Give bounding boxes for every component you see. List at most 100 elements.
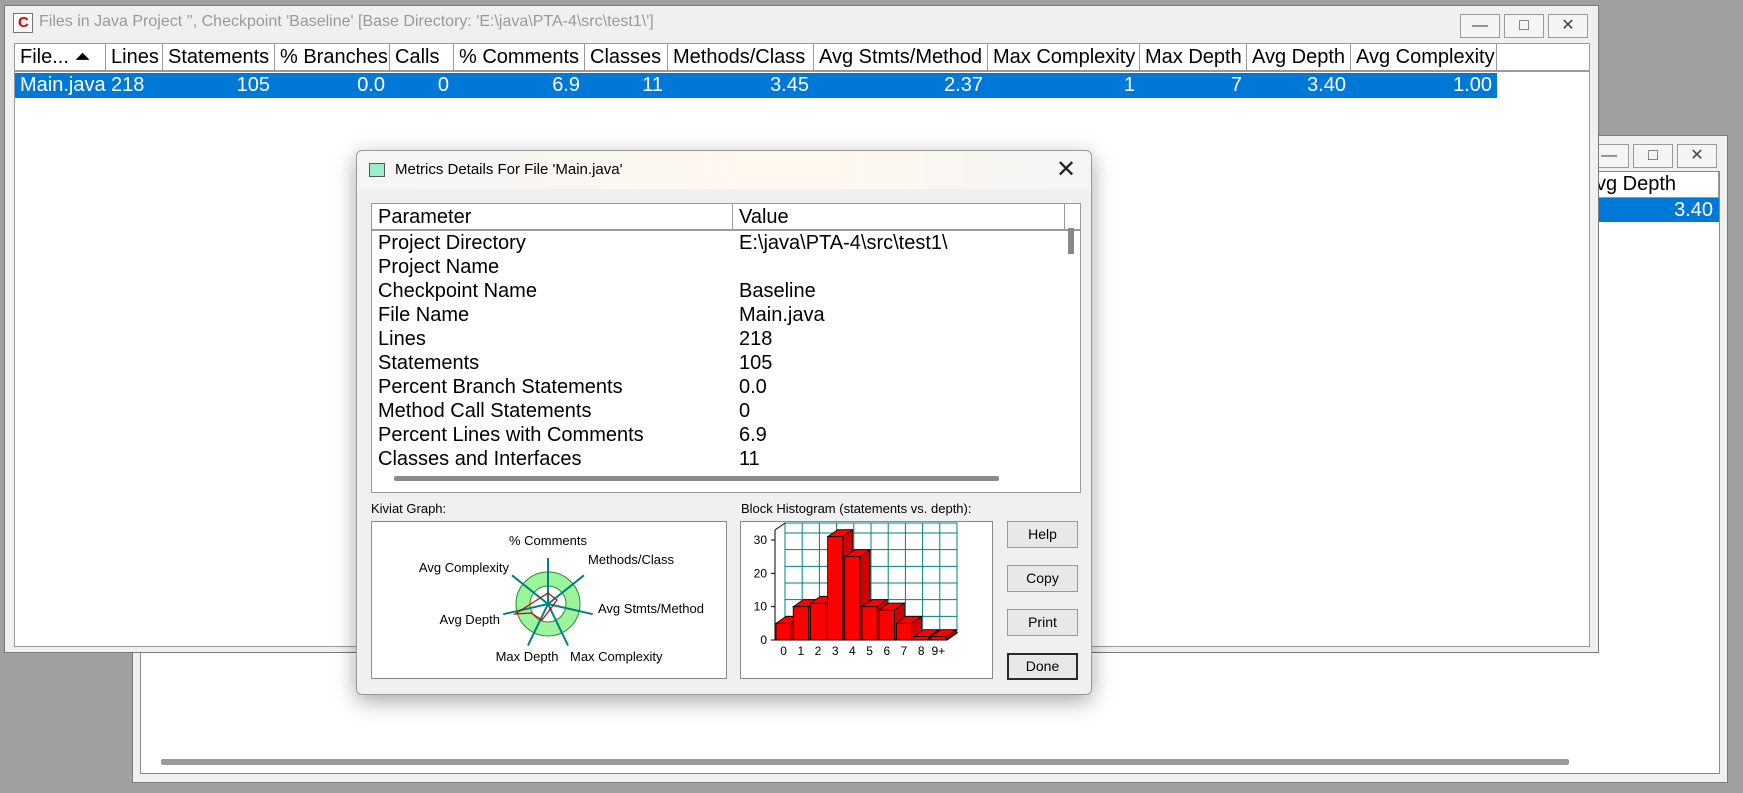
metric-value: 11 [739, 448, 760, 470]
histogram-x-tick-label: 5 [866, 644, 873, 658]
kiviat-svg: % Comments Methods/Class Avg Stmts/Metho… [419, 533, 704, 664]
histogram-bar [792, 606, 809, 641]
done-button[interactable]: Done [1007, 653, 1078, 680]
column-header-value[interactable]: Value [733, 204, 1065, 229]
metric-value: Main.java [739, 304, 825, 326]
cell-max-complexity: 1 [1123, 74, 1135, 96]
metrics-row[interactable]: Project Name [372, 255, 1080, 279]
window-titlebar[interactable]: Files in Java Project '', Checkpoint 'Ba… [5, 6, 1598, 38]
maximize-button[interactable]: □ [1633, 144, 1673, 168]
histogram-x-tick-label: 2 [815, 644, 822, 658]
metrics-row[interactable]: Classes and Interfaces 11 [372, 447, 1080, 471]
metrics-details-dialog: Metrics Details For File 'Main.java' ✕ P… [356, 150, 1092, 695]
app-icon [13, 13, 33, 33]
column-header-parameter[interactable]: Parameter [372, 204, 733, 229]
metric-value: 0 [739, 400, 751, 422]
column-header-avg-stmts[interactable]: Avg Stmts/Method [814, 44, 988, 70]
column-header-comments[interactable]: % Comments [454, 44, 585, 70]
horizontal-scrollbar-thumb[interactable] [394, 476, 999, 481]
cell-comments: 6.9 [552, 74, 580, 96]
metrics-row[interactable]: Checkpoint Name Baseline [372, 279, 1080, 303]
column-header-calls[interactable]: Calls [390, 44, 454, 70]
metric-value: Baseline [739, 280, 816, 302]
dialog-icon [369, 163, 385, 177]
metrics-row[interactable]: Project Directory E:\java\PTA-4\src\test1… [372, 231, 1080, 255]
histogram-bar [827, 536, 844, 641]
column-header-classes[interactable]: Classes [585, 44, 668, 70]
column-header-statements[interactable]: Statements [163, 44, 275, 70]
histogram-x-tick-label: 7 [901, 644, 908, 658]
metric-value: 105 [739, 352, 773, 374]
kiviat-label: Max Depth [496, 649, 559, 664]
close-icon[interactable]: ✕ [1053, 157, 1079, 183]
cell-lines: 218 [111, 74, 145, 96]
metrics-table[interactable]: Parameter Value Project Directory E:\java… [371, 203, 1081, 493]
histogram-x-tick-label: 3 [832, 644, 839, 658]
dialog-titlebar[interactable]: Metrics Details For File 'Main.java' ✕ [357, 151, 1091, 189]
histogram-y-tick-label: 0 [760, 633, 767, 647]
kiviat-caption: Kiviat Graph: [371, 501, 447, 516]
column-header-max-depth[interactable]: Max Depth [1140, 44, 1247, 70]
dialog-title: Metrics Details For File 'Main.java' [395, 161, 623, 178]
histogram-x-tick-label: 4 [849, 644, 856, 658]
histogram-x-tick-label: 9+ [932, 644, 946, 658]
metric-parameter: Method Call Statements [378, 400, 592, 422]
column-header-lines[interactable]: Lines [106, 44, 163, 70]
vertical-scrollbar-thumb[interactable] [1068, 228, 1074, 254]
column-header-methods-class[interactable]: Methods/Class [668, 44, 814, 70]
copy-button[interactable]: Copy [1007, 565, 1078, 592]
kiviat-label: Avg Complexity [419, 560, 510, 575]
window-title: Files in Java Project '', Checkpoint 'Ba… [39, 13, 654, 30]
maximize-button[interactable]: □ [1504, 14, 1544, 38]
horizontal-scrollbar[interactable] [161, 759, 1569, 765]
help-button[interactable]: Help [1007, 521, 1078, 548]
column-header-max-complexity[interactable]: Max Complexity [988, 44, 1140, 70]
metrics-row[interactable]: File Name Main.java [372, 303, 1080, 327]
histogram-caption: Block Histogram (statements vs. depth): [741, 501, 972, 516]
metrics-row[interactable]: Percent Branch Statements 0.0 [372, 375, 1080, 399]
column-header-avg-complexity[interactable]: Avg Complexity [1351, 44, 1497, 70]
metric-parameter: Statements [378, 352, 480, 374]
metric-parameter: Project Name [378, 256, 500, 278]
histogram-bar [895, 622, 912, 641]
kiviat-label: Methods/Class [588, 552, 674, 567]
histogram-x-tick-label: 1 [797, 644, 804, 658]
column-headers: File... ⏶ Lines Statements % Branches Ca… [15, 44, 1589, 72]
histogram-bar [810, 602, 827, 641]
column-header-branches[interactable]: % Branches [275, 44, 390, 70]
histogram-x-tick-label: 0 [780, 644, 787, 658]
histogram-x-tick-label: 6 [883, 644, 890, 658]
metric-parameter: Checkpoint Name [378, 280, 537, 302]
histogram-y-tick-label: 10 [754, 600, 768, 614]
close-button[interactable]: ✕ [1548, 14, 1588, 38]
histogram-bar [930, 636, 947, 641]
metrics-row[interactable]: Method Call Statements 0 [372, 399, 1080, 423]
histogram-bar [913, 636, 930, 641]
close-button[interactable]: ✕ [1677, 144, 1717, 168]
table-row[interactable]: Main.java 218 105 0.0 0 6.9 11 3.45 2.37… [15, 73, 1497, 98]
metric-parameter: Percent Lines with Comments [378, 424, 644, 446]
histogram-bar [878, 609, 895, 641]
metrics-table-header: Parameter Value [372, 204, 1080, 231]
cell-avg-stmts: 2.37 [944, 74, 983, 96]
column-header-file[interactable]: File... ⏶ [15, 44, 106, 70]
histogram-y-tick-label: 20 [754, 566, 768, 580]
metric-value: E:\java\PTA-4\src\test1\ [739, 232, 948, 254]
histogram-bar [844, 556, 861, 641]
cell-avg-depth: 3.40 [1307, 74, 1346, 96]
metrics-row[interactable]: Percent Lines with Comments 6.9 [372, 423, 1080, 447]
minimize-button[interactable]: — [1460, 14, 1500, 38]
cell-file: Main.java [20, 74, 106, 96]
histogram-axis-edge [774, 522, 786, 531]
cell-avg-complexity: 1.00 [1453, 74, 1492, 96]
column-header-avg-depth[interactable]: Avg Depth [1247, 44, 1351, 70]
kiviat-label: Avg Depth [440, 612, 500, 627]
metrics-row[interactable]: Lines 218 [372, 327, 1080, 351]
histogram-bar [775, 622, 792, 641]
print-button[interactable]: Print [1007, 609, 1078, 636]
cell-branches: 0.0 [357, 74, 385, 96]
metrics-row[interactable]: Statements 105 [372, 351, 1080, 375]
cell-statements: 105 [236, 74, 270, 96]
cell-calls: 0 [437, 74, 449, 96]
kiviat-graph: % Comments Methods/Class Avg Stmts/Metho… [371, 521, 727, 679]
